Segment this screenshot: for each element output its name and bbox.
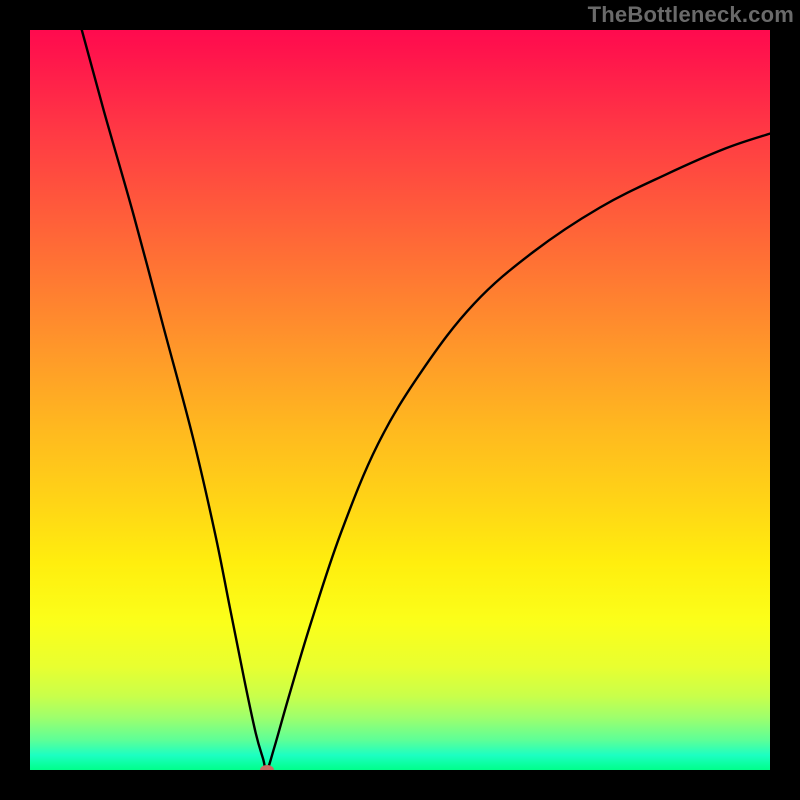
chart-frame: TheBottleneck.com: [0, 0, 800, 800]
minimum-dot: [260, 765, 274, 770]
curve-svg: [30, 30, 770, 770]
watermark-text: TheBottleneck.com: [588, 2, 794, 28]
v-curve-path: [82, 30, 770, 770]
plot-area: [30, 30, 770, 770]
